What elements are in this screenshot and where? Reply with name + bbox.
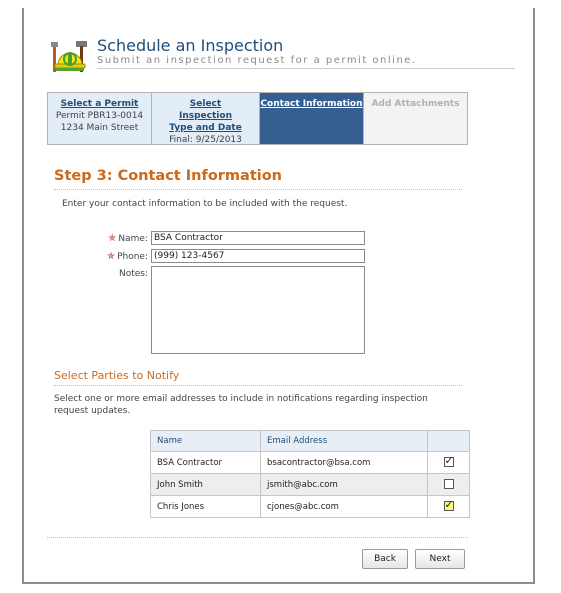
hardhat-tools-icon — [51, 41, 87, 72]
step-label[interactable]: Contact Information — [260, 98, 363, 110]
party-select-cell — [427, 451, 470, 474]
step-label: Add Attachments — [371, 99, 460, 109]
back-button[interactable]: Back — [362, 549, 408, 569]
step-label[interactable]: Select Inspection Type and Date — [166, 98, 245, 134]
step-add-attachments: Add Attachments — [364, 93, 467, 144]
notes-label: Notes: — [118, 269, 148, 279]
table-row: BSA Contractor bsacontractor@bsa.com — [150, 451, 470, 474]
parties-heading: Select Parties to Notify — [54, 369, 180, 382]
party-name: Chris Jones — [150, 495, 261, 518]
step-select-permit[interactable]: Select a Permit Permit PBR13-0014 1234 M… — [48, 93, 152, 144]
party-email: cjones@abc.com — [260, 495, 428, 518]
step-inspection-type[interactable]: Select Inspection Type and Date Final: 9… — [152, 93, 260, 145]
parties-table: Name Email Address BSA Contractor bsacon… — [150, 430, 470, 518]
phone-label: ✯ Phone: — [100, 251, 148, 262]
page-subtitle: Submit an inspection request for a permi… — [97, 55, 417, 66]
step-detail: 1234 Main Street — [60, 123, 139, 133]
column-header-select — [427, 430, 470, 452]
required-star-icon: ✯ — [106, 251, 116, 262]
column-header-email: Email Address — [260, 430, 428, 452]
party-name: John Smith — [150, 473, 261, 496]
notify-checkbox[interactable] — [443, 454, 454, 468]
phone-label-text: Phone: — [117, 252, 148, 262]
parties-description: Select one or more email addresses to in… — [54, 394, 428, 416]
heading-divider — [54, 189, 462, 190]
table-row: John Smith jsmith@abc.com — [150, 473, 470, 496]
step-detail: Permit PBR13-0014 — [55, 111, 144, 121]
notify-checkbox[interactable] — [443, 479, 454, 490]
notes-textarea[interactable] — [151, 266, 365, 354]
step-contact-information[interactable]: Contact Information — [260, 93, 364, 144]
header-divider — [97, 68, 515, 69]
parties-divider — [54, 385, 462, 386]
intro-text: Enter your contact information to be inc… — [62, 199, 348, 209]
footer-divider — [47, 537, 468, 538]
table-row: Chris Jones cjones@abc.com — [150, 495, 470, 518]
party-email: bsacontractor@bsa.com — [260, 451, 428, 474]
party-email: jsmith@abc.com — [260, 473, 428, 496]
next-button[interactable]: Next — [415, 549, 465, 569]
phone-field[interactable]: (999) 123-4567 — [151, 249, 365, 263]
notify-checkbox[interactable] — [443, 498, 454, 512]
required-star-icon: ✯ — [108, 233, 117, 244]
wizard-steps: Select a Permit Permit PBR13-0014 1234 M… — [47, 92, 468, 145]
step-detail: Final: 9/25/2013 — [169, 135, 242, 145]
step-heading: Step 3: Contact Information — [54, 168, 283, 184]
step-label[interactable]: Select a Permit — [48, 98, 151, 110]
column-header-name: Name — [150, 430, 261, 452]
party-select-cell — [427, 473, 470, 496]
name-field[interactable]: BSA Contractor — [151, 231, 365, 245]
name-label-text: Name: — [118, 234, 148, 244]
party-select-cell — [427, 495, 470, 518]
party-name: BSA Contractor — [150, 451, 261, 474]
page-title: Schedule an Inspection — [97, 36, 284, 55]
name-label: ✯ Name: — [100, 233, 148, 244]
